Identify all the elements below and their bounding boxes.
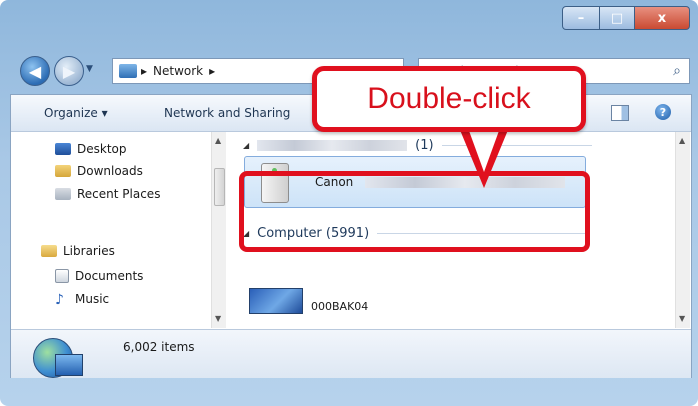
double-click-callout: Double-click — [312, 66, 586, 132]
callout-pointer — [460, 128, 508, 188]
